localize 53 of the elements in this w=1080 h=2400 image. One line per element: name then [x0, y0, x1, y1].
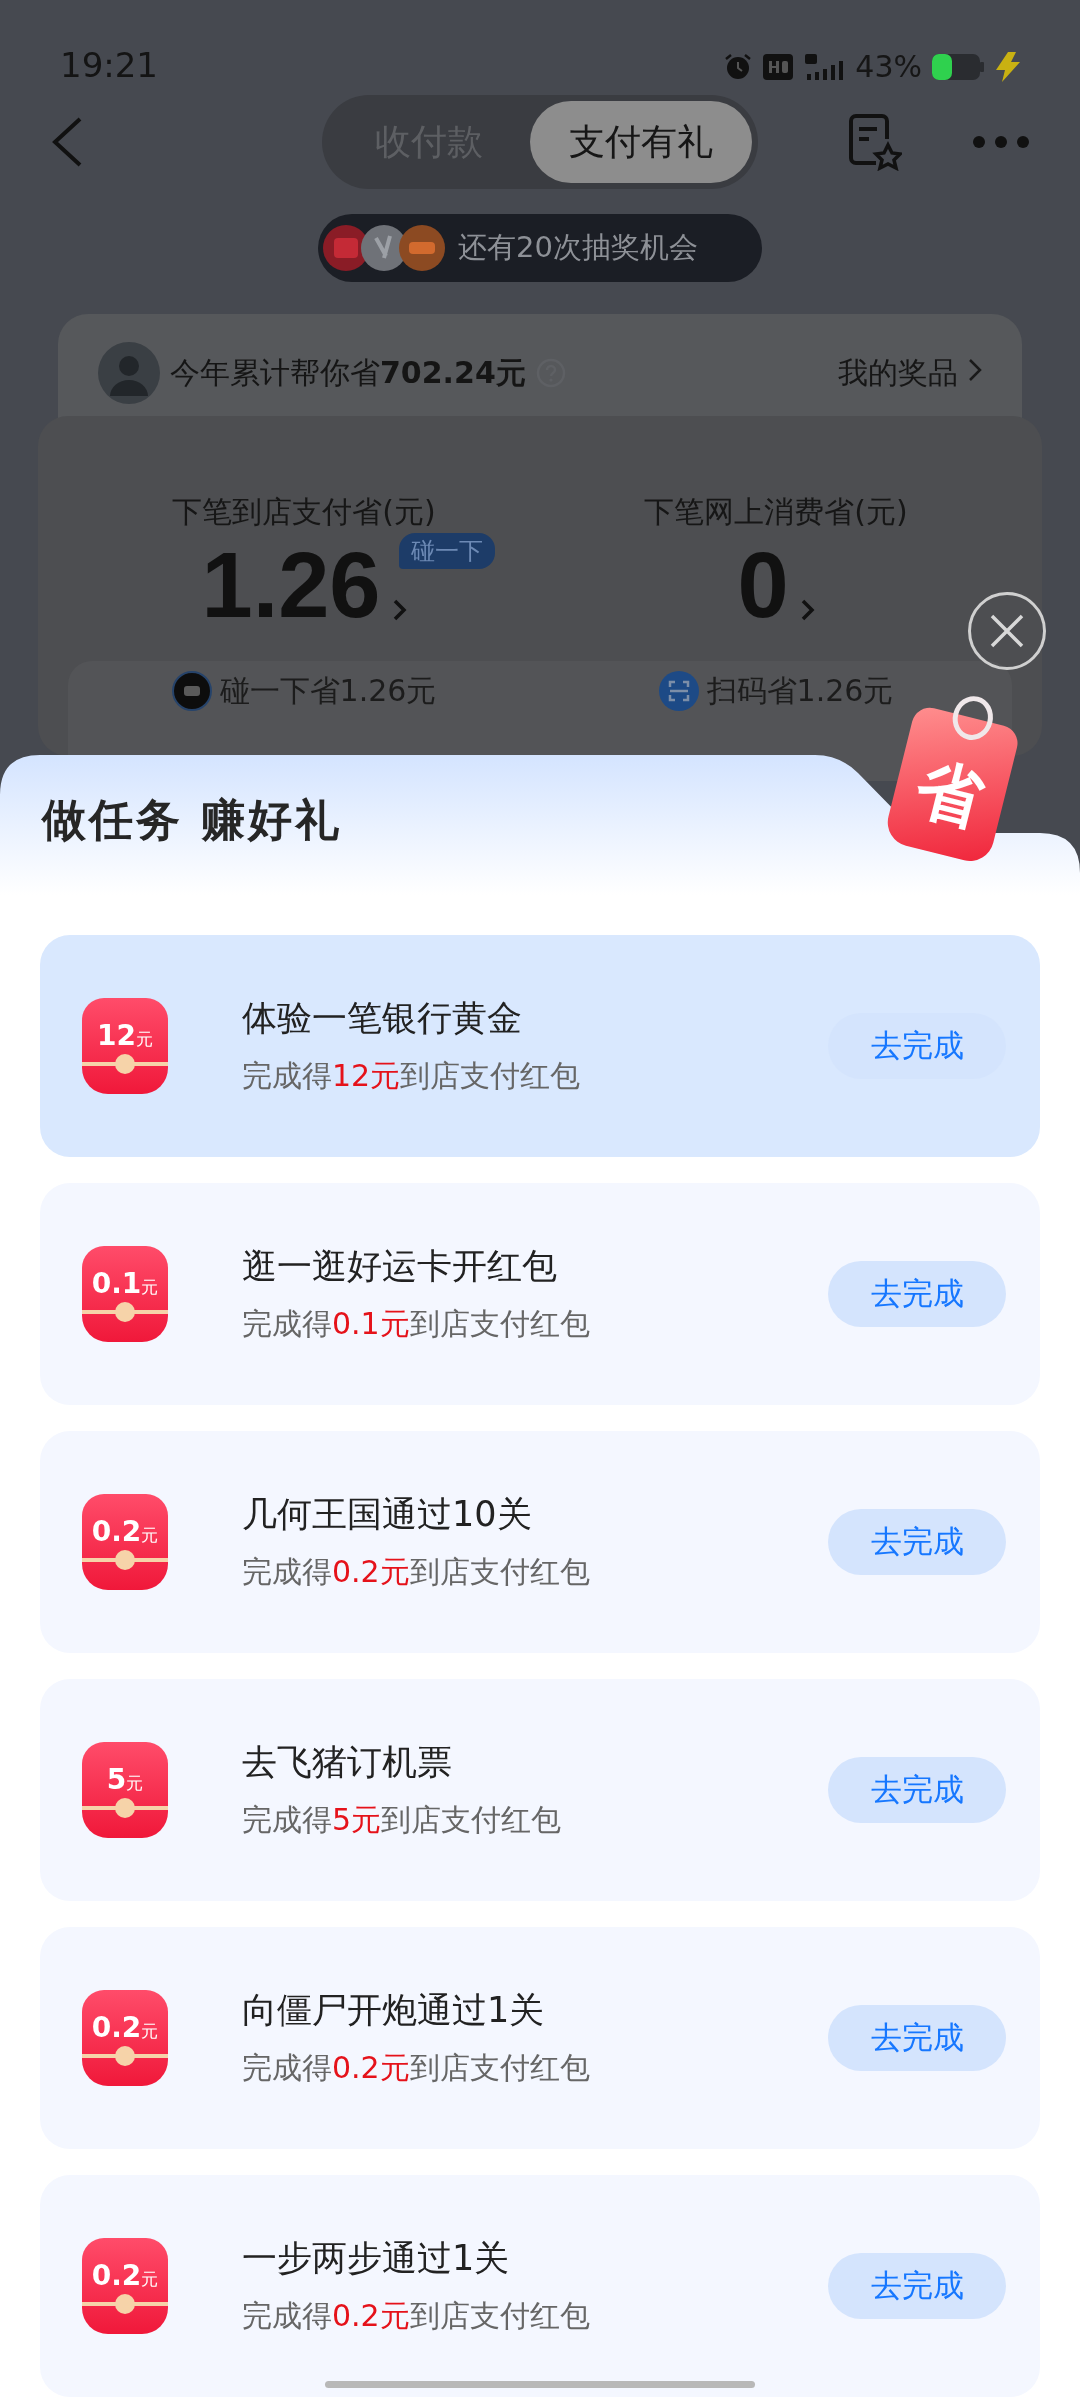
- complete-button[interactable]: 去完成: [828, 1509, 1006, 1575]
- chevron-right-icon[interactable]: [392, 599, 407, 621]
- chevron-right-icon[interactable]: [800, 599, 815, 621]
- lottery-pill[interactable]: 还有20次抽奖机会: [318, 214, 762, 282]
- battery-icon: [932, 53, 984, 80]
- savings-summary: 今年累计帮你省702.24元: [170, 354, 526, 392]
- stat-value[interactable]: 0: [737, 539, 789, 631]
- complete-button[interactable]: 去完成: [828, 2005, 1006, 2071]
- signal-icon: [803, 51, 846, 82]
- task-title: 体验一笔银行黄金: [242, 997, 523, 1040]
- prize-icon: [398, 224, 446, 272]
- envelope-icon: 0.2元: [82, 1990, 168, 2086]
- task-title: 一步两步通过1关: [242, 2237, 511, 2280]
- task-reward: 完成得5元到店支付红包: [242, 1801, 563, 1839]
- task-title: 几何王国通过10关: [242, 1493, 533, 1536]
- stat-label: 下笔到店支付省(元): [172, 493, 436, 531]
- task-reward: 完成得12元到店支付红包: [242, 1057, 582, 1095]
- task-reward: 完成得0.2元到店支付红包: [242, 2049, 591, 2087]
- chevron-right-icon[interactable]: [968, 358, 982, 382]
- battery-percent: 43%: [855, 49, 922, 84]
- task-reward: 完成得0.2元到店支付红包: [242, 1553, 591, 1591]
- method-saving: 碰一下省1.26元: [219, 672, 437, 710]
- tap-icon: [171, 671, 212, 711]
- avatar: [98, 342, 160, 404]
- envelope-icon: 12元: [82, 998, 168, 1094]
- complete-button[interactable]: 去完成: [828, 1261, 1006, 1327]
- lottery-text: 还有20次抽奖机会: [458, 229, 698, 266]
- my-prizes-link[interactable]: 我的奖品: [838, 342, 958, 404]
- task-title: 去飞猪订机票: [242, 1741, 453, 1784]
- tab[interactable]: 支付有礼: [530, 101, 752, 183]
- hd-icon: [763, 53, 794, 80]
- close-button[interactable]: [968, 592, 1046, 670]
- stat-tag: 碰一下: [398, 533, 495, 569]
- sheet-title: 做任务 赚好礼: [42, 793, 343, 847]
- more-icon[interactable]: [972, 135, 1030, 149]
- complete-button[interactable]: 去完成: [828, 2253, 1006, 2319]
- scan-icon: [658, 671, 699, 711]
- envelope-icon: 0.1元: [82, 1246, 168, 1342]
- task-title: 向僵尸开炮通过1关: [242, 1989, 546, 2032]
- envelope-icon: 0.2元: [82, 1494, 168, 1590]
- task-title: 逛一逛好运卡开红包: [242, 1245, 558, 1288]
- charging-icon: [994, 51, 1022, 82]
- task-reward: 完成得0.1元到店支付红包: [242, 1305, 591, 1343]
- status-time: 19:21: [60, 48, 158, 87]
- stat-value[interactable]: 1.26: [201, 539, 381, 631]
- envelope-icon: 5元: [82, 1742, 168, 1838]
- envelope-icon: 0.2元: [82, 2238, 168, 2334]
- back-icon[interactable]: [50, 116, 84, 168]
- stat-label: 下笔网上消费省(元): [644, 493, 908, 531]
- bill-star-icon[interactable]: [846, 113, 902, 171]
- complete-button[interactable]: 去完成: [828, 1757, 1006, 1823]
- complete-button[interactable]: 去完成: [828, 1013, 1006, 1079]
- task-reward: 完成得0.2元到店支付红包: [242, 2297, 591, 2335]
